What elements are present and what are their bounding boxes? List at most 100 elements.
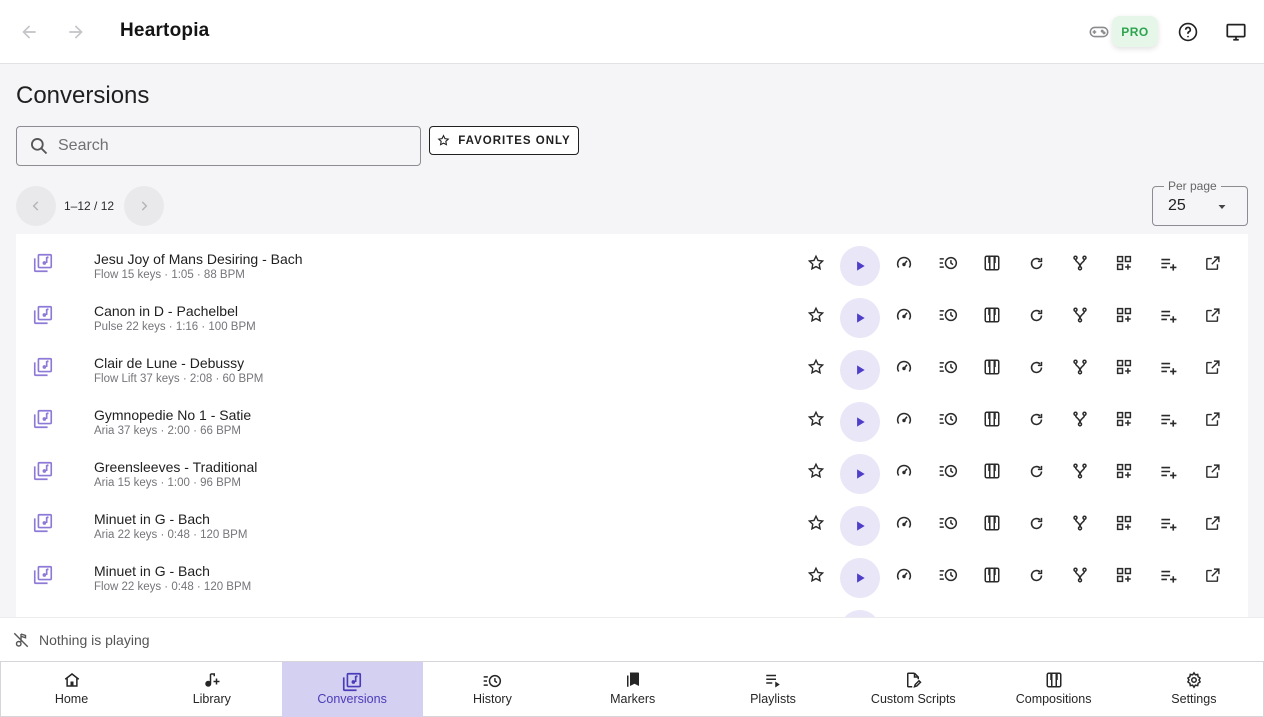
fork-button[interactable] (1070, 513, 1090, 533)
conversion-row[interactable]: Greensleeves - Traditional Aria 15 keys ·… (16, 442, 1248, 494)
speed-button[interactable] (894, 409, 914, 429)
speed-button[interactable] (894, 253, 914, 273)
search-input[interactable] (58, 137, 388, 155)
speed-button[interactable] (894, 305, 914, 325)
play-button[interactable] (840, 558, 880, 598)
favorite-button[interactable] (806, 305, 826, 325)
play-button[interactable] (840, 506, 880, 546)
conversion-row[interactable]: Gymnopedie No 1 - Satie Aria 37 keys · 2:… (16, 390, 1248, 442)
conversion-row[interactable]: Minuet in G - Bach Flow 22 keys · 0:48 · … (16, 546, 1248, 598)
add-to-playlist-button[interactable] (1158, 565, 1178, 585)
forward-arrow-icon[interactable] (60, 16, 92, 48)
favorite-button[interactable] (806, 357, 826, 377)
tab-home[interactable]: Home (1, 662, 142, 717)
add-to-group-button[interactable] (1114, 253, 1134, 273)
history-button[interactable] (938, 357, 958, 377)
add-to-group-button[interactable] (1114, 409, 1134, 429)
favorites-only-button[interactable]: FAVORITES ONLY (429, 126, 579, 155)
add-to-playlist-button[interactable] (1158, 513, 1178, 533)
reconvert-button[interactable] (1026, 513, 1046, 533)
tab-compositions[interactable]: Compositions (983, 662, 1124, 717)
piano-button[interactable] (982, 253, 1002, 273)
conversion-row[interactable]: Minuet in G - Bach Aria 22 keys · 0:48 · … (16, 494, 1248, 546)
add-to-playlist-button[interactable] (1158, 305, 1178, 325)
back-arrow-icon[interactable] (13, 16, 45, 48)
favorite-button[interactable] (806, 461, 826, 481)
conversion-row-partial[interactable] (16, 598, 1248, 617)
add-to-group-button[interactable] (1114, 513, 1134, 533)
favorite-button[interactable] (806, 409, 826, 429)
speed-button[interactable] (894, 513, 914, 533)
tab-playlists[interactable]: Playlists (703, 662, 844, 717)
previous-page-button[interactable] (16, 186, 56, 226)
add-to-group-button[interactable] (1114, 565, 1134, 585)
open-external-button[interactable] (1202, 513, 1222, 533)
fork-button[interactable] (1070, 357, 1090, 377)
reconvert-button[interactable] (1026, 461, 1046, 481)
history-button[interactable] (938, 565, 958, 585)
conversion-row[interactable]: Canon in D - Pachelbel Pulse 22 keys · 1:… (16, 286, 1248, 338)
fork-button[interactable] (1070, 305, 1090, 325)
add-to-group-button[interactable] (1114, 461, 1134, 481)
pro-badge[interactable]: PRO (1112, 16, 1158, 47)
add-to-playlist-button[interactable] (1158, 357, 1178, 377)
history-button[interactable] (938, 253, 958, 273)
history-button[interactable] (938, 409, 958, 429)
conversion-row[interactable]: Clair de Lune - Debussy Flow Lift 37 keys… (16, 338, 1248, 390)
speed-button[interactable] (894, 461, 914, 481)
reconvert-button[interactable] (1026, 305, 1046, 325)
conversion-row[interactable]: Jesu Joy of Mans Desiring - Bach Flow 15 … (16, 234, 1248, 286)
tab-markers[interactable]: Markers (562, 662, 703, 717)
favorite-button[interactable] (806, 253, 826, 273)
tab-history[interactable]: History (422, 662, 563, 717)
open-external-button[interactable] (1202, 305, 1222, 325)
history-button[interactable] (938, 305, 958, 325)
favorite-button[interactable] (806, 565, 826, 585)
add-to-playlist-button[interactable] (1158, 253, 1178, 273)
reconvert-button[interactable] (1026, 253, 1046, 273)
fork-button[interactable] (1070, 461, 1090, 481)
next-page-button[interactable] (124, 186, 164, 226)
tab-custom-scripts[interactable]: Custom Scripts (843, 662, 984, 717)
speed-button[interactable] (894, 565, 914, 585)
favorite-button[interactable] (806, 513, 826, 533)
piano-button[interactable] (982, 357, 1002, 377)
add-to-group-button[interactable] (1114, 305, 1134, 325)
tab-settings[interactable]: Settings (1123, 662, 1264, 717)
add-to-playlist-button[interactable] (1158, 461, 1178, 481)
piano-button[interactable] (982, 461, 1002, 481)
gamepad-icon[interactable] (1083, 16, 1115, 48)
search-field[interactable] (16, 126, 421, 166)
reconvert-button[interactable] (1026, 357, 1046, 377)
play-button[interactable] (840, 350, 880, 390)
per-page-select[interactable]: Per page 25 (1152, 179, 1248, 226)
monitor-icon[interactable] (1220, 16, 1252, 48)
play-button[interactable] (840, 454, 880, 494)
play-button[interactable] (840, 246, 880, 286)
play-button[interactable] (840, 402, 880, 442)
piano-button[interactable] (982, 513, 1002, 533)
open-external-button[interactable] (1202, 461, 1222, 481)
add-to-group-button[interactable] (1114, 357, 1134, 377)
piano-button[interactable] (982, 565, 1002, 585)
play-button[interactable] (840, 610, 880, 617)
open-external-button[interactable] (1202, 253, 1222, 273)
open-external-button[interactable] (1202, 565, 1222, 585)
piano-button[interactable] (982, 409, 1002, 429)
play-button[interactable] (840, 298, 880, 338)
history-button[interactable] (938, 513, 958, 533)
fork-button[interactable] (1070, 565, 1090, 585)
tab-conversions[interactable]: Conversions (281, 662, 423, 717)
reconvert-button[interactable] (1026, 565, 1046, 585)
fork-button[interactable] (1070, 409, 1090, 429)
speed-button[interactable] (894, 357, 914, 377)
add-to-playlist-button[interactable] (1158, 409, 1178, 429)
fork-button[interactable] (1070, 253, 1090, 273)
history-button[interactable] (938, 461, 958, 481)
help-icon[interactable] (1172, 16, 1204, 48)
reconvert-button[interactable] (1026, 409, 1046, 429)
piano-button[interactable] (982, 305, 1002, 325)
open-external-button[interactable] (1202, 409, 1222, 429)
tab-library[interactable]: Library (141, 662, 282, 717)
open-external-button[interactable] (1202, 357, 1222, 377)
